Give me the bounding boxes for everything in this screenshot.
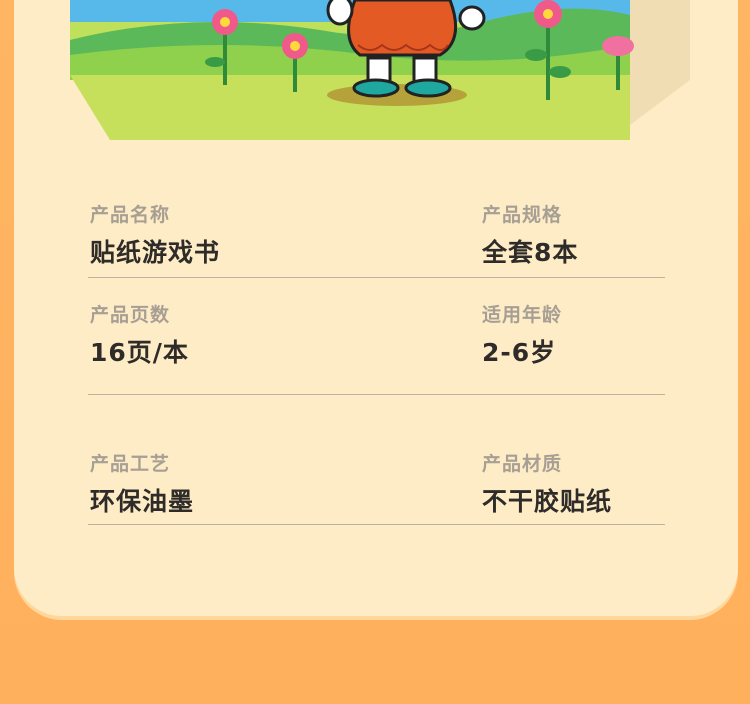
- spec-row: 产品名称 贴纸游戏书 产品规格 全套8本: [88, 196, 665, 278]
- spec-cell: 产品材质 不干胶贴纸: [482, 445, 612, 518]
- spec-value-product-spec: 全套8本: [482, 238, 579, 267]
- spec-value-material: 不干胶贴纸: [482, 487, 613, 516]
- spec-value-craft: 环保油墨: [90, 487, 195, 516]
- spec-cell: 产品规格 全套8本: [482, 196, 578, 269]
- spec-label-product-name: 产品名称: [90, 204, 171, 226]
- spec-label-page-count: 产品页数: [90, 304, 171, 326]
- spec-cell: 适用年龄 2-6岁: [482, 296, 562, 369]
- spec-cell: 产品名称 贴纸游戏书: [90, 196, 220, 269]
- spec-label-material: 产品材质: [482, 453, 563, 475]
- spec-value-age-range: 2-6岁: [482, 338, 557, 367]
- spec-label-product-spec: 产品规格: [482, 204, 563, 226]
- spec-cell: 产品工艺 环保油墨: [90, 445, 194, 518]
- spec-value-page-count: 16页/本: [90, 338, 189, 367]
- spec-cell: 产品页数 16页/本: [90, 296, 189, 369]
- spec-value-product-name: 贴纸游戏书: [90, 238, 221, 267]
- spec-label-craft: 产品工艺: [90, 453, 171, 475]
- spec-label-age-range: 适用年龄: [482, 304, 563, 326]
- spec-row: 产品页数 16页/本 适用年龄 2-6岁: [88, 278, 665, 395]
- product-box-illustration: [70, 0, 690, 140]
- spec-table: 产品名称 贴纸游戏书 产品规格 全套8本 产品页数 16页/本 适用年龄 2-6…: [88, 196, 665, 525]
- spec-row: 产品工艺 环保油墨 产品材质 不干胶贴纸: [88, 395, 665, 525]
